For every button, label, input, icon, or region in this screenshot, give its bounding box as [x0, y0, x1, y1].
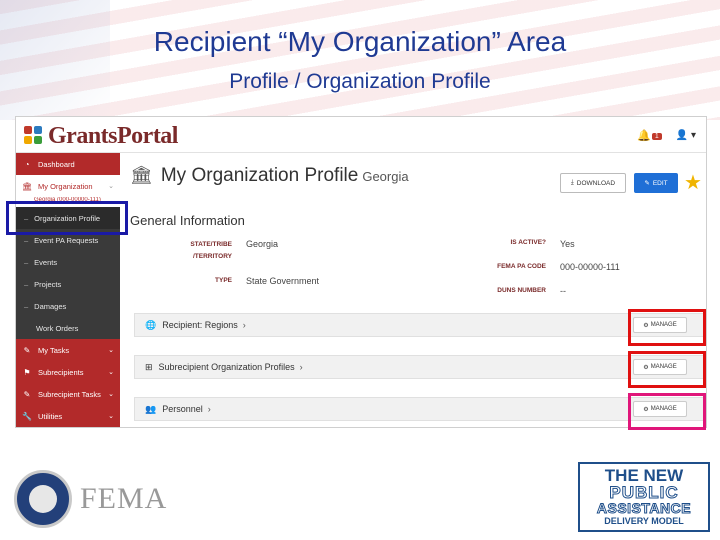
duns-number-label: DUNS NUMBER	[497, 287, 546, 294]
app-screenshot: GrantsPortal 🔔 1 👤 ▾ ◔ Dashboard 🏛 My Org…	[15, 116, 707, 428]
edit-button[interactable]: ✎ EDIT	[634, 173, 678, 193]
top-bar: GrantsPortal 🔔 1 👤 ▾	[16, 117, 706, 153]
type-label: TYPE	[215, 277, 232, 284]
subrecipients-icon: ⚑	[23, 367, 31, 377]
grants-portal-logo-text[interactable]: GrantsPortal	[48, 123, 178, 150]
chevron-right-icon: ›	[299, 362, 303, 372]
sidebar-item-damages[interactable]: – Damages	[16, 295, 120, 317]
flag-stars-decoration	[0, 0, 110, 120]
chevron-down-icon: ⌄	[108, 369, 114, 376]
chevron-down-icon: ⌄	[108, 391, 114, 398]
tasks-icon: ✎	[23, 389, 31, 399]
sidebar-item-dashboard[interactable]: ◔ Dashboard	[16, 153, 120, 175]
notification-badge: 1	[651, 132, 662, 140]
pencil-icon: ✎	[644, 180, 650, 187]
sidebar-item-label: Event PA Requests	[34, 235, 99, 245]
chevron-right-icon: ›	[242, 320, 246, 330]
sidebar-item-label: Subrecipient Tasks	[38, 389, 101, 399]
pa-logo-line3: ASSISTANCE	[596, 500, 692, 516]
sidebar-item-work-orders[interactable]: Work Orders	[16, 317, 120, 339]
users-icon: 👥	[145, 403, 157, 414]
sidebar-item-label: My Organization	[38, 181, 93, 191]
page-title: My Organization Profile	[160, 165, 359, 186]
sidebar-item-subrecipients[interactable]: ⚑ Subrecipients ⌄	[16, 361, 120, 383]
slide-title: Recipient “My Organization” Area	[153, 26, 567, 57]
favorite-star-icon[interactable]: ★	[684, 170, 702, 195]
sidebar-item-label: Subrecipients	[38, 367, 84, 377]
globe-icon: 🌐	[145, 319, 157, 330]
sitemap-icon: ⊞	[145, 361, 153, 372]
pa-logo-line2: PUBLIC	[609, 483, 679, 502]
sidebar-item-label: Projects	[34, 279, 62, 289]
panel-personnel[interactable]: 👥 Personnel › ⚙ MANAGE	[134, 397, 704, 421]
dhs-seal-logo	[14, 470, 72, 528]
download-button[interactable]: ⤓ DOWNLOAD	[560, 173, 626, 193]
user-menu-icon[interactable]: 👤 ▾	[676, 130, 696, 141]
sidebar-item-label: Damages	[34, 301, 67, 311]
type-value: State Government	[246, 276, 320, 286]
chevron-down-icon: ⌄	[108, 413, 114, 420]
notification-bell-icon[interactable]: 🔔 1	[637, 129, 662, 142]
panel-label: Recipient: Regions	[162, 320, 238, 330]
highlight-manage-regions	[628, 309, 706, 346]
wrench-icon: 🔧	[22, 411, 32, 421]
fema-logo-text: FEMA	[80, 482, 168, 515]
new-pa-delivery-model-logo: THE NEW PUBLIC ASSISTANCE DELIVERY MODEL	[578, 462, 710, 532]
download-button-label: DOWNLOAD	[576, 179, 616, 187]
tasks-icon: ✎	[23, 345, 31, 355]
panel-label: Personnel	[162, 404, 203, 414]
sidebar-item-subrecipient-tasks[interactable]: ✎ Subrecipient Tasks ⌄	[16, 383, 120, 405]
sidebar-item-utilities[interactable]: 🔧 Utilities ⌄	[16, 405, 120, 427]
highlight-manage-personnel	[628, 393, 706, 430]
sidebar-item-projects[interactable]: – Projects	[16, 273, 120, 295]
dashboard-icon: ◔	[24, 159, 30, 169]
panel-subrecipient-organization-profiles[interactable]: ⊞ Subrecipient Organization Profiles › ⚙…	[134, 355, 704, 379]
bank-icon: 🏛	[22, 181, 33, 191]
sidebar-item-label: Work Orders	[36, 323, 79, 333]
is-active-label: IS ACTIVE?	[510, 239, 546, 246]
fema-pa-code-value: 000-00000-111	[560, 262, 620, 272]
state-label: STATE/TRIBE /TERRITORY	[190, 241, 232, 260]
pa-logo-line4: DELIVERY MODEL	[604, 516, 684, 526]
main-content: 🏛 My Organization Profile Georgia ⤓ DOWN…	[120, 153, 706, 427]
download-icon: ⤓	[570, 179, 574, 186]
section-title: General Information	[130, 213, 245, 228]
organization-name: Georgia	[362, 169, 409, 184]
bank-icon: 🏛	[130, 165, 153, 185]
sidebar-item-label: Events	[34, 257, 58, 267]
panel-label: Subrecipient Organization Profiles	[158, 362, 295, 372]
chevron-down-icon: ⌄	[108, 183, 114, 190]
state-value: Georgia	[246, 239, 279, 249]
pa-logo-line1: THE NEW	[604, 466, 684, 485]
sidebar-item-label: My Tasks	[38, 345, 70, 355]
highlight-manage-subrecipients	[628, 351, 706, 388]
sidebar-item-my-organization[interactable]: 🏛 My Organization ⌄	[16, 175, 120, 197]
sidebar-item-label: Utilities	[38, 411, 63, 421]
sidebar-item-label: Dashboard	[38, 159, 75, 169]
chevron-right-icon: ›	[207, 404, 211, 414]
grants-portal-logo-icon	[24, 126, 44, 144]
chevron-down-icon: ⌄	[108, 347, 114, 354]
sidebar-item-events[interactable]: – Events	[16, 251, 120, 273]
panel-recipient-regions[interactable]: 🌐 Recipient: Regions › ⚙ MANAGE	[134, 313, 704, 337]
sidebar: ◔ Dashboard 🏛 My Organization ⌄ Georgia …	[16, 153, 120, 427]
sidebar-item-my-tasks[interactable]: ✎ My Tasks ⌄	[16, 339, 120, 361]
duns-number-value: --	[560, 286, 566, 296]
fema-pa-code-label: FEMA PA CODE	[497, 263, 546, 270]
slide-subtitle: Profile / Organization Profile	[229, 70, 491, 93]
edit-button-label: EDIT	[652, 179, 668, 187]
highlight-organization-profile	[6, 201, 128, 235]
is-active-value: Yes	[560, 239, 575, 249]
